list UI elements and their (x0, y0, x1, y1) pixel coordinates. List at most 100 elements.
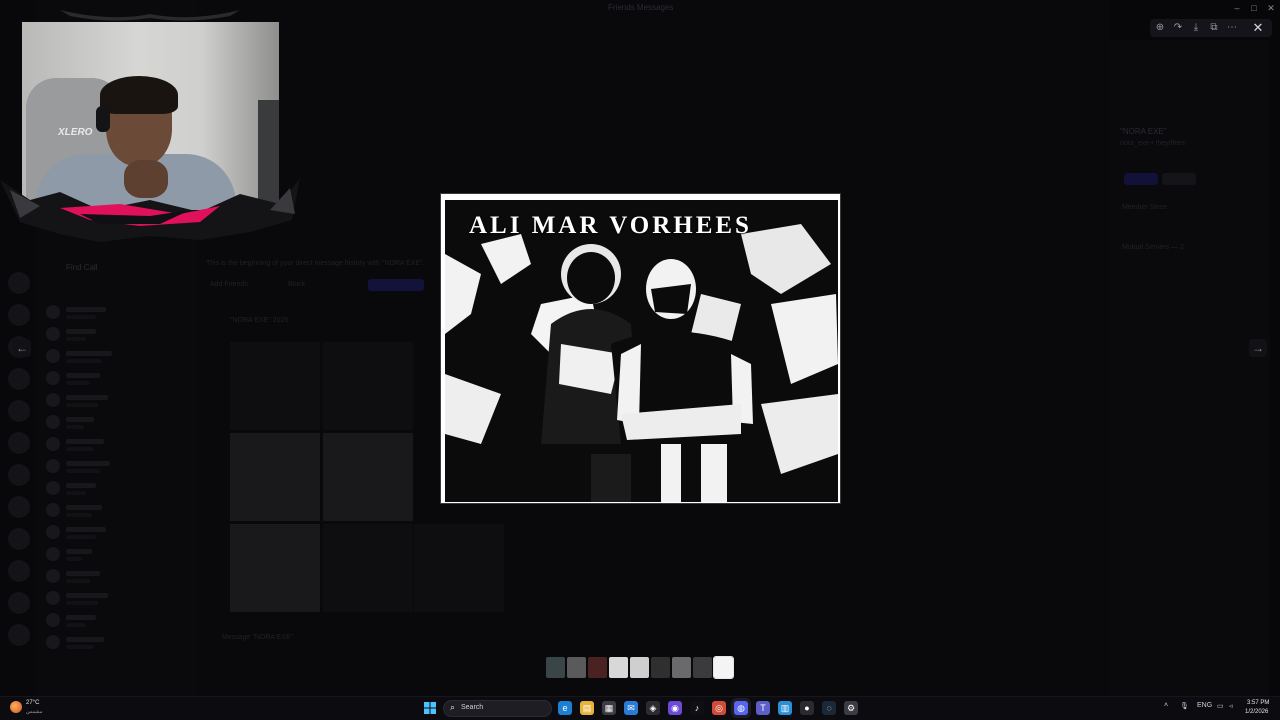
close-window-icon[interactable]: ✕ (1264, 2, 1278, 14)
media-tile[interactable] (230, 524, 320, 612)
webcam-frame-top (60, 10, 240, 21)
weather-icon[interactable] (10, 701, 22, 713)
profile-message-button[interactable] (1124, 173, 1158, 185)
thumbnail[interactable] (651, 657, 670, 678)
mutual-servers[interactable]: Mutual Servers — 2 (1122, 244, 1184, 251)
server-icon[interactable] (8, 592, 30, 614)
dm-item[interactable] (46, 546, 186, 564)
dm-item[interactable] (46, 458, 186, 476)
edge-icon[interactable]: e (558, 701, 572, 715)
thumbnail[interactable] (672, 657, 691, 678)
server-icon[interactable] (8, 304, 30, 326)
poster-title: ALI MAR VORHEES (469, 212, 752, 239)
dm-item[interactable] (46, 326, 186, 344)
next-image-button[interactable]: → (1249, 339, 1267, 357)
store-icon[interactable]: ▦ (602, 701, 616, 715)
dm-item[interactable] (46, 414, 186, 432)
tiktok-icon[interactable]: ♪ (690, 701, 704, 715)
avatar (46, 547, 60, 561)
thumbnail[interactable] (630, 657, 649, 678)
microphone-icon[interactable]: 🎙 (1180, 702, 1189, 710)
windows-start-icon[interactable] (424, 702, 436, 714)
download-icon[interactable]: ⤓ (1188, 19, 1204, 37)
media-tile[interactable] (323, 433, 413, 521)
thumbnail[interactable] (713, 656, 734, 679)
dm-item-name (66, 571, 100, 576)
maximize-icon[interactable]: □ (1247, 2, 1261, 14)
media-tile[interactable] (230, 433, 320, 521)
server-icon[interactable] (8, 464, 30, 486)
dm-item[interactable] (46, 590, 186, 608)
taskbar-search[interactable]: ⌕ Search (443, 700, 552, 717)
teams-icon[interactable]: T (756, 701, 770, 715)
dm-item[interactable] (46, 524, 186, 542)
media-tile[interactable] (323, 342, 413, 430)
discord-icon[interactable]: ◍ (734, 701, 748, 715)
thumbnail[interactable] (609, 657, 628, 678)
steam-icon[interactable]: ◌ (822, 701, 836, 715)
server-icon[interactable] (8, 432, 30, 454)
server-icon[interactable] (8, 560, 30, 582)
dm-item[interactable] (46, 370, 186, 388)
dm-item[interactable] (46, 612, 186, 630)
dm-item[interactable] (46, 392, 186, 410)
window-title: Friends Messages (608, 3, 674, 12)
server-icon[interactable] (8, 400, 30, 422)
webcam-frame-bottom (0, 178, 300, 242)
media-tile[interactable] (323, 524, 413, 612)
language-indicator[interactable]: ENG (1197, 702, 1212, 709)
clock-date[interactable]: 1/2/2026 (1245, 709, 1268, 715)
thumbnail[interactable] (546, 657, 565, 678)
dm-item[interactable] (46, 348, 186, 366)
dm-item[interactable] (46, 634, 186, 652)
settings-icon[interactable]: ⚙ (844, 701, 858, 715)
zoom-in-icon[interactable]: ⊕ (1152, 19, 1168, 37)
close-icon[interactable]: ✕ (1248, 19, 1268, 37)
chrome-icon[interactable]: ◎ (712, 701, 726, 715)
chat-intro: This is the beginning of your direct mes… (206, 260, 425, 267)
dm-item[interactable] (46, 480, 186, 498)
clock-time[interactable]: 3:57 PM (1247, 700, 1269, 706)
server-icon[interactable] (8, 272, 30, 294)
avatar (46, 591, 60, 605)
profile-view-button[interactable] (1162, 173, 1196, 185)
dm-item-status (66, 557, 82, 561)
mail-icon[interactable]: ✉ (624, 701, 638, 715)
report-spam-button[interactable] (368, 279, 424, 291)
dm-item[interactable] (46, 568, 186, 586)
more-icon[interactable]: ⋯ (1224, 19, 1240, 37)
roblox-icon[interactable]: ◈ (646, 701, 660, 715)
server-icon[interactable] (8, 528, 30, 550)
weather-temp[interactable]: 27°C (26, 700, 39, 706)
message-input[interactable]: Message "NORA EXE" (222, 634, 293, 641)
server-icon[interactable] (8, 624, 30, 646)
notepad-icon[interactable]: ▥ (778, 701, 792, 715)
dm-header[interactable]: Find Call (66, 263, 98, 272)
server-icon[interactable] (8, 368, 30, 390)
forward-icon[interactable]: ↷ (1170, 19, 1186, 37)
open-external-icon[interactable]: ⧉ (1206, 19, 1222, 37)
dm-item-status (66, 601, 98, 605)
minimize-icon[interactable]: – (1230, 2, 1244, 14)
dm-item[interactable] (46, 502, 186, 520)
chat-action-block[interactable]: Block (288, 281, 305, 288)
volume-icon[interactable]: ◃ (1229, 702, 1233, 710)
lightbox-image[interactable]: ALI MAR VORHEES (440, 193, 841, 504)
tray-overflow-icon[interactable]: ˄ (1164, 702, 1168, 709)
thumbnail[interactable] (693, 657, 712, 678)
network-icon[interactable]: ▭ (1217, 702, 1224, 710)
gamepad-icon[interactable]: ◉ (668, 701, 682, 715)
thumbnail[interactable] (588, 657, 607, 678)
dm-item[interactable] (46, 304, 186, 322)
file-explorer-icon[interactable]: ▤ (580, 701, 594, 715)
previous-image-button[interactable]: ← (13, 339, 31, 357)
media-tile[interactable] (414, 524, 504, 612)
server-icon[interactable] (8, 496, 30, 518)
weather-desc[interactable]: مشمس (26, 709, 42, 715)
media-tile[interactable] (230, 342, 320, 430)
chat-action-add[interactable]: Add Friends (210, 281, 248, 288)
obs-icon[interactable]: ● (800, 701, 814, 715)
screen: Find Call Friends Messages This is the b… (0, 0, 1280, 720)
dm-item[interactable] (46, 436, 186, 454)
thumbnail[interactable] (567, 657, 586, 678)
